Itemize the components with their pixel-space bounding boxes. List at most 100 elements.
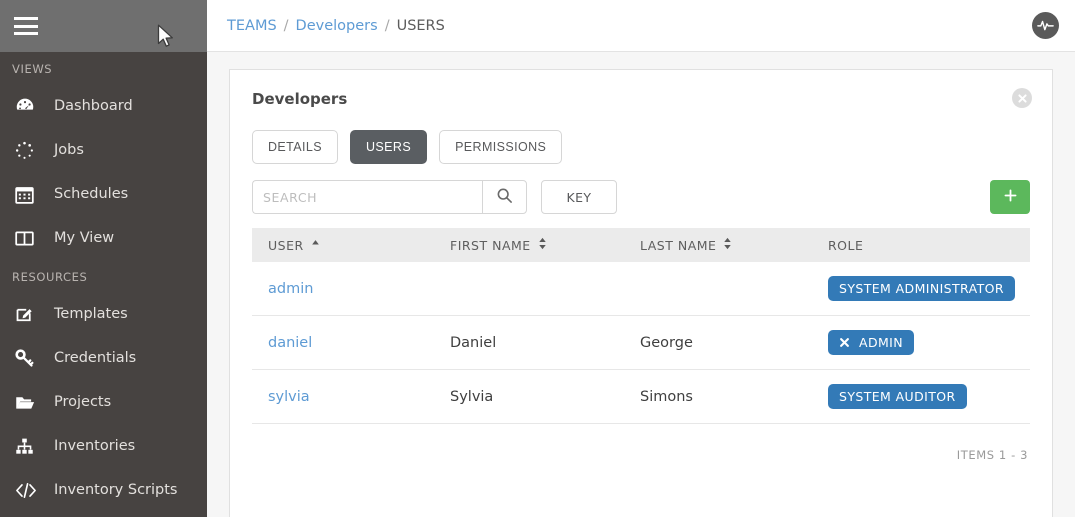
activity-pulse-icon[interactable] [1032, 12, 1059, 39]
dashboard-gauge-icon [14, 94, 44, 118]
columns-icon [14, 226, 44, 250]
sidebar-header [0, 0, 207, 52]
role-badge-label: SYSTEM ADMINISTRATOR [839, 281, 1004, 296]
key-button[interactable]: KEY [541, 180, 617, 214]
cell-last-name [640, 262, 828, 316]
user-link[interactable]: sylvia [268, 389, 310, 405]
close-circle-icon[interactable] [1012, 88, 1032, 108]
items-count-label: ITEMS 1 - 3 [956, 448, 1028, 462]
sidebar-item-inventories[interactable]: Inventories [0, 424, 207, 468]
table-row: admin SYSTEM ADMINISTRATOR [252, 262, 1030, 316]
hamburger-bar [14, 24, 38, 28]
sidebar-group-label-resources: RESOURCES [12, 270, 88, 284]
search-button[interactable] [482, 180, 527, 214]
search-group [252, 180, 527, 214]
tab-details[interactable]: DETAILS [252, 130, 338, 164]
users-table-body: admin SYSTEM ADMINISTRATOR daniel Daniel… [252, 262, 1030, 424]
sidebar-item-templates[interactable]: Templates [0, 292, 207, 336]
users-table: USER FIRST NAME LAST NAME ROLE admin SYS… [252, 228, 1030, 424]
sidebar-item-label: Credentials [54, 350, 137, 366]
sidebar-item-jobs[interactable]: Jobs [0, 128, 207, 172]
hamburger-bar [14, 17, 38, 20]
tab-permissions[interactable]: PERMISSIONS [439, 130, 563, 164]
cell-role: SYSTEM ADMINISTRATOR [828, 262, 1030, 316]
team-users-card: Developers DETAILS USERS PERMISSIONS SEA… [229, 69, 1053, 517]
sidebar-item-label: Schedules [54, 186, 129, 202]
cell-last-name: George [640, 315, 828, 370]
user-link[interactable]: admin [268, 281, 313, 297]
column-label: LAST NAME [640, 237, 717, 253]
sitemap-icon [14, 434, 44, 458]
key-icon [14, 346, 44, 370]
cell-role: SYSTEM AUDITOR [828, 369, 1030, 424]
column-header-user[interactable]: USER [252, 228, 450, 262]
card-tabs: DETAILS USERS PERMISSIONS [252, 130, 1030, 164]
jobs-spinner-icon [14, 138, 44, 162]
sidebar-item-label: Templates [54, 306, 128, 322]
plus-icon [1003, 188, 1018, 206]
top-bar: TEAMS / Developers / USERS [207, 0, 1075, 52]
cell-first-name [450, 262, 640, 316]
remove-role-icon[interactable] [839, 337, 850, 348]
sidebar-item-label: Inventories [54, 438, 136, 454]
column-header-role: ROLE [828, 228, 1030, 262]
tab-users[interactable]: USERS [349, 130, 428, 164]
table-row: sylvia Sylvia Simons SYSTEM AUDITOR [252, 369, 1030, 424]
pencil-square-icon [14, 302, 44, 326]
sidebar-item-projects[interactable]: Projects [0, 380, 207, 424]
cell-role: ADMIN [828, 315, 1030, 370]
code-brackets-icon [14, 478, 44, 502]
column-label: ROLE [828, 237, 864, 253]
sidebar: VIEWS Dashboard Jobs Schedules My View R… [0, 0, 207, 517]
sidebar-item-dashboard[interactable]: Dashboard [0, 84, 207, 128]
cell-first-name: Daniel [450, 315, 640, 370]
sort-both-icon [723, 237, 732, 253]
sidebar-item-label: Projects [54, 394, 112, 410]
sidebar-item-label: My View [54, 230, 115, 246]
breadcrumb-separator: / [384, 17, 390, 34]
users-table-head: USER FIRST NAME LAST NAME ROLE [252, 228, 1030, 262]
sidebar-item-schedules[interactable]: Schedules [0, 172, 207, 216]
breadcrumb-item-teams[interactable]: TEAMS [227, 18, 277, 34]
role-badge-label: ADMIN [859, 335, 903, 350]
sidebar-group-label-views: VIEWS [12, 62, 53, 76]
magnifier-icon [496, 187, 513, 207]
sidebar-item-my-view[interactable]: My View [0, 216, 207, 260]
sidebar-item-label: Jobs [54, 142, 84, 158]
sidebar-item-label: Inventory Scripts [54, 482, 178, 498]
content-area: Developers DETAILS USERS PERMISSIONS SEA… [207, 52, 1075, 517]
folder-open-icon [14, 390, 44, 414]
column-header-first-name[interactable]: FIRST NAME [450, 228, 640, 262]
card-toolbar: KEY [252, 180, 1030, 214]
calendar-icon [14, 182, 44, 206]
cell-user: admin [252, 262, 450, 316]
add-user-button[interactable] [990, 180, 1030, 214]
cell-first-name: Sylvia [450, 369, 640, 424]
role-badge: ADMIN [828, 330, 914, 355]
cell-user: sylvia [252, 369, 450, 424]
user-link[interactable]: daniel [268, 335, 312, 351]
breadcrumb: TEAMS / Developers / USERS [227, 18, 1032, 34]
card-title: Developers [252, 90, 348, 108]
sidebar-item-inventory-scripts[interactable]: Inventory Scripts [0, 468, 207, 512]
cell-last-name: Simons [640, 369, 828, 424]
breadcrumb-separator: / [283, 17, 289, 34]
hamburger-bar [14, 32, 38, 35]
hamburger-icon[interactable] [14, 17, 38, 35]
column-header-last-name[interactable]: LAST NAME [640, 228, 828, 262]
table-row: daniel Daniel George ADMIN [252, 315, 1030, 370]
sidebar-item-credentials[interactable]: Credentials [0, 336, 207, 380]
table-header-row: USER FIRST NAME LAST NAME ROLE [252, 228, 1030, 262]
cell-user: daniel [252, 315, 450, 370]
search-input[interactable] [252, 180, 482, 214]
column-label: FIRST NAME [450, 237, 531, 253]
role-badge: SYSTEM ADMINISTRATOR [828, 276, 1015, 301]
role-badge-label: SYSTEM AUDITOR [839, 389, 956, 404]
sidebar-item-label: Dashboard [54, 98, 133, 114]
role-badge: SYSTEM AUDITOR [828, 384, 967, 409]
main-area: TEAMS / Developers / USERS Developers DE… [207, 0, 1075, 517]
app-root: VIEWS Dashboard Jobs Schedules My View R… [0, 0, 1075, 517]
breadcrumb-item-developers[interactable]: Developers [296, 18, 378, 34]
sort-asc-icon [311, 238, 320, 253]
sort-both-icon [538, 237, 547, 253]
